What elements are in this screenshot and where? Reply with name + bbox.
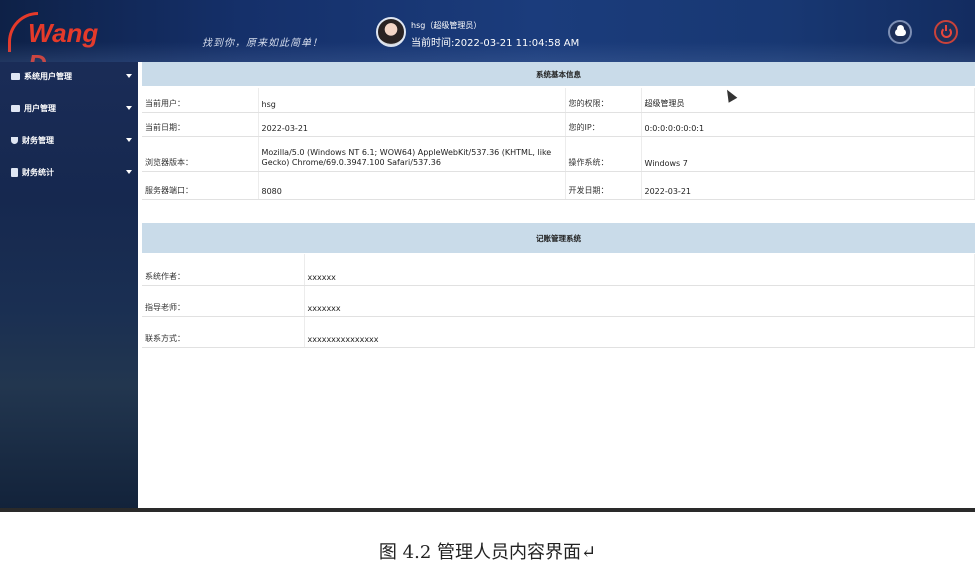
chevron-down-icon (126, 138, 132, 142)
sidebar-item-users[interactable]: 用户管理 (0, 94, 138, 122)
current-time-label: 当前时间:2022-03-21 11:04:58 AM (411, 38, 580, 49)
cell-label: 当前用户： (142, 88, 259, 113)
table-row: 系统作者： xxxxxx (142, 254, 975, 286)
chevron-down-icon (126, 74, 132, 78)
cell-value: Mozilla/5.0 (Windows NT 6.1; WOW64) Appl… (258, 136, 566, 172)
cell-label: 服务器端口： (142, 171, 259, 200)
id-card-icon (11, 72, 20, 80)
table-row: 指导老师： xxxxxxx (142, 285, 975, 317)
cell-value: xxxxxxxxxxxxxxx (304, 316, 975, 348)
window-bottom-edge (0, 508, 975, 512)
cell-label: 您的IP： (565, 112, 642, 137)
cell-label: 系统作者： (142, 254, 305, 286)
power-icon (940, 24, 952, 38)
user-icon (11, 104, 20, 112)
current-user-label: hsg（超级管理员） (411, 21, 482, 30)
cell-value: 8080 (258, 171, 566, 200)
sidebar-item-label: 用户管理 (24, 103, 56, 113)
cell-value: hsg (258, 88, 566, 113)
system-info-table: 当前用户： hsg 您的权限： 超级管理员 当前日期： 2022-03-21 您… (142, 88, 975, 200)
avatar[interactable] (376, 17, 406, 47)
cell-value: xxxxxxx (304, 285, 975, 317)
sidebar-item-finance[interactable]: 财务管理 (0, 126, 138, 154)
table-row: 服务器端口： 8080 开发日期： 2022-03-21 (142, 171, 975, 200)
cell-label: 您的权限： (565, 88, 642, 113)
main-content: 系统基本信息 当前用户： hsg 您的权限： 超级管理员 当前日期： 2022-… (138, 62, 975, 512)
system-info-title: 系统基本信息 (142, 62, 975, 86)
document-icon (11, 167, 18, 177)
top-header: Wang D 找到你，原来如此简单！ hsg（超级管理员） 当前时间:2022-… (0, 0, 975, 79)
accounting-title: 记账管理系统 (142, 223, 975, 253)
sidebar: 系统用户管理 用户管理 财务管理 财务统计 (0, 62, 138, 512)
cloud-icon (894, 24, 906, 36)
logout-button[interactable] (934, 20, 958, 44)
cell-label: 开发日期： (565, 171, 642, 200)
sidebar-item-label: 财务管理 (22, 135, 54, 145)
cell-value: 0:0:0:0:0:0:0:1 (641, 112, 975, 137)
table-row: 当前用户： hsg 您的权限： 超级管理员 (142, 88, 975, 113)
cell-label: 浏览器版本： (142, 136, 259, 172)
cell-value: 超级管理员 (641, 88, 975, 113)
cell-value: 2022-03-21 (641, 171, 975, 200)
brand-logo: Wang D (8, 10, 120, 79)
cell-label: 操作系统： (565, 136, 642, 172)
chevron-down-icon (126, 106, 132, 110)
cell-label: 当前日期： (142, 112, 259, 137)
sidebar-item-system-users[interactable]: 系统用户管理 (0, 62, 138, 90)
shield-icon (11, 136, 18, 144)
sidebar-item-label: 财务统计 (22, 167, 54, 177)
cell-label: 指导老师： (142, 285, 305, 317)
table-row: 浏览器版本： Mozilla/5.0 (Windows NT 6.1; WOW6… (142, 136, 975, 172)
sidebar-item-label: 系统用户管理 (24, 71, 72, 81)
table-row: 当前日期： 2022-03-21 您的IP： 0:0:0:0:0:0:0:1 (142, 112, 975, 137)
chevron-down-icon (126, 170, 132, 174)
sidebar-item-finance-stats[interactable]: 财务统计 (0, 158, 138, 186)
cell-value: 2022-03-21 (258, 112, 566, 137)
accounting-table: 系统作者： xxxxxx 指导老师： xxxxxxx 联系方式： xxxxxxx… (142, 254, 975, 348)
slogan: 找到你，原来如此简单！ (202, 38, 323, 49)
cell-value: xxxxxx (304, 254, 975, 286)
table-row: 联系方式： xxxxxxxxxxxxxxx (142, 316, 975, 348)
cloud-button[interactable] (888, 20, 912, 44)
app-window: Wang D 找到你，原来如此简单！ hsg（超级管理员） 当前时间:2022-… (0, 0, 975, 512)
figure-caption: 图 4.2 管理人员内容界面↵ (378, 542, 597, 563)
cell-label: 联系方式： (142, 316, 305, 348)
cell-value: Windows 7 (641, 136, 975, 172)
